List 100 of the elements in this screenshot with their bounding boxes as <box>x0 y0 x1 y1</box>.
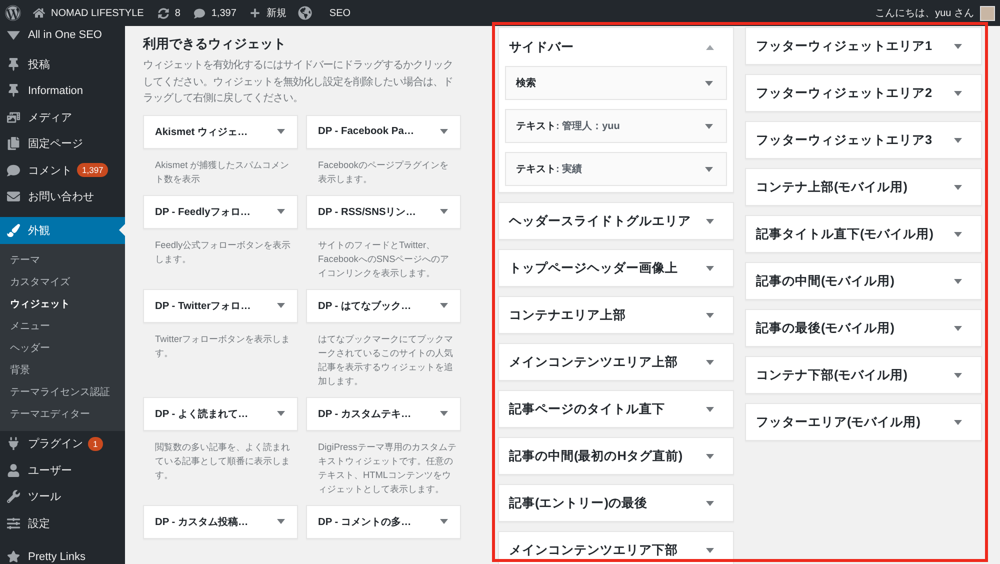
widget-area-panel[interactable]: 記事の最後(モバイル用) <box>745 309 982 347</box>
caret-down-icon[interactable] <box>705 80 713 86</box>
widget-area-panel[interactable]: フッターウィジェットエリア2 <box>745 74 982 112</box>
menu-item[interactable]: お問い合わせ <box>0 184 125 210</box>
caret-down-icon[interactable] <box>706 266 714 270</box>
caret-down-icon[interactable] <box>954 44 962 48</box>
caret-down-icon[interactable] <box>706 218 714 224</box>
caret-down-icon[interactable] <box>954 278 962 284</box>
menu-item[interactable]: Pretty Links <box>0 544 125 564</box>
menu-item[interactable]: 固定ページ <box>0 130 125 157</box>
widget-card[interactable]: テキスト: 実績 <box>505 152 727 186</box>
menu-item[interactable]: 投稿 <box>0 51 125 78</box>
widget-description: Feedly公式フォローボタンを表示します。 <box>154 238 292 266</box>
caret-down-icon[interactable] <box>706 406 714 412</box>
seo-menu-link[interactable]: SEO <box>317 0 363 26</box>
widget-card[interactable]: Akismet ウィジェ… <box>143 114 298 148</box>
widget-card[interactable]: DP - よく読まれて… <box>143 396 298 430</box>
caret-down-icon[interactable] <box>954 138 962 142</box>
submenu-item[interactable]: ウィジェット <box>10 294 70 316</box>
submenu-item[interactable]: 背景 <box>10 360 30 382</box>
pages-icon <box>7 137 20 150</box>
caret-down-icon[interactable] <box>705 166 713 172</box>
menu-item[interactable]: Information <box>0 78 125 104</box>
widget-card[interactable]: DP - カスタム投稿… <box>143 504 298 538</box>
widget-area-panel[interactable]: コンテナ上部(モバイル用) <box>745 168 982 206</box>
widget-description: Twitterフォローボタンを表示します。 <box>154 332 292 360</box>
caret-down-icon[interactable] <box>440 209 448 214</box>
caret-down-icon[interactable] <box>440 129 448 134</box>
submenu-item[interactable]: ヘッダー <box>10 338 50 360</box>
widget-title: DP - Twitterフォロ… <box>155 300 251 312</box>
widget-card[interactable]: 検索 <box>505 66 727 100</box>
widget-description: はてなブックマークにてブックマークされているこのサイトの人気記事を表示するウィジェットを追加します。 <box>317 332 454 388</box>
widget-area-panel[interactable]: コンテナエリア上部 <box>498 296 734 334</box>
submenu-item[interactable]: テーマライセンス認証 <box>10 382 110 404</box>
submenu-item[interactable]: カスタマイズ <box>10 272 70 294</box>
widget-area-panel[interactable]: フッターエリア(モバイル用) <box>745 403 982 441</box>
caret-down-icon[interactable] <box>954 326 962 330</box>
caret-down-icon[interactable] <box>954 232 962 236</box>
caret-down-icon[interactable] <box>954 372 962 378</box>
widget-area-panel[interactable]: メインコンテンツエリア下部 <box>498 531 734 564</box>
menu-item[interactable]: ツール <box>0 484 125 510</box>
site-name-link[interactable]: NOMAD LIFESTYLE <box>26 0 151 26</box>
submenu-item[interactable]: テーマエディター <box>10 404 90 426</box>
widget-area-panel[interactable]: ヘッダースライドトグルエリア <box>498 202 734 240</box>
caret-down-icon[interactable] <box>706 454 714 458</box>
account-link[interactable]: こんにちは、yuu さん <box>870 0 1000 26</box>
menu-item[interactable]: メディア <box>0 104 125 130</box>
widget-card[interactable]: DP - はてなブック… <box>306 288 461 322</box>
menu-item[interactable]: 設定 <box>0 510 125 536</box>
menu-item[interactable]: 外観 <box>0 217 125 244</box>
widget-area-panel[interactable]: 記事タイトル直下(モバイル用) <box>745 215 982 253</box>
caret-down-icon[interactable] <box>954 184 962 190</box>
caret-down-icon[interactable] <box>706 360 714 364</box>
caret-down-icon[interactable] <box>440 519 448 524</box>
widget-area-title: フッターエリア(モバイル用) <box>756 414 920 430</box>
widget-area-panel[interactable]: メインコンテンツエリア上部 <box>498 343 734 381</box>
widget-area-panel[interactable]: 記事(エントリー)の最後 <box>498 484 734 522</box>
widget-area-panel[interactable]: 記事の中間(モバイル用) <box>745 262 982 300</box>
caret-up-icon[interactable] <box>706 44 714 50</box>
widget-card[interactable]: テキスト: 管理人：yuu <box>505 109 727 143</box>
widget-card[interactable]: DP - コメントの多… <box>306 504 461 538</box>
caret-down-icon[interactable] <box>277 519 285 524</box>
globe-icon[interactable] <box>298 6 312 20</box>
new-content-link[interactable]: 新規 <box>243 0 294 26</box>
pushpin-icon <box>7 84 20 98</box>
paintbrush-icon <box>7 224 20 237</box>
menu-item[interactable]: All in One SEO <box>0 26 125 44</box>
widget-card[interactable]: DP - カスタムテキ… <box>306 396 461 430</box>
menu-item[interactable]: ユーザー <box>0 457 125 484</box>
caret-down-icon[interactable] <box>277 411 285 416</box>
widget-card[interactable]: DP - Feedlyフォロ… <box>143 194 298 228</box>
caret-down-icon[interactable] <box>277 303 285 308</box>
caret-down-icon[interactable] <box>706 548 714 552</box>
widget-area-panel[interactable]: フッターウィジェットエリア3 <box>745 121 982 159</box>
widget-area-panel[interactable]: コンテナ下部(モバイル用) <box>745 356 982 394</box>
menu-item[interactable]: コメント 1,397 <box>0 157 125 184</box>
caret-down-icon[interactable] <box>277 129 285 134</box>
caret-down-icon[interactable] <box>277 209 285 214</box>
updates-link[interactable]: 8 <box>150 0 188 26</box>
submenu-item[interactable]: メニュー <box>10 316 50 338</box>
submenu-item[interactable]: テーマ <box>10 250 40 272</box>
widget-area-panel[interactable]: 記事の中間(最初のHタグ直前) <box>498 437 734 475</box>
logo-icon[interactable] <box>5 5 21 21</box>
widget-area-panel[interactable]: 記事ページのタイトル直下 <box>498 390 734 428</box>
menu-item[interactable]: プラグイン 1 <box>0 430 125 457</box>
widget-area-panel[interactable]: トップページヘッダー画像上 <box>498 249 734 287</box>
caret-down-icon[interactable] <box>706 312 714 318</box>
caret-down-icon[interactable] <box>954 90 962 96</box>
comments-link[interactable]: 1,397 <box>187 0 244 26</box>
widget-card[interactable]: DP - Facebook Pa… <box>306 114 461 148</box>
plug-icon <box>7 437 20 450</box>
caret-down-icon[interactable] <box>440 411 448 416</box>
caret-down-icon[interactable] <box>440 303 448 308</box>
widget-card[interactable]: DP - Twitterフォロ… <box>143 288 298 322</box>
widget-card[interactable]: DP - RSS/SNSリン… <box>306 194 461 228</box>
caret-down-icon[interactable] <box>954 420 962 424</box>
caret-down-icon[interactable] <box>706 500 714 506</box>
caret-down-icon[interactable] <box>705 124 713 128</box>
widget-area-panel[interactable]: フッターウィジェットエリア1 <box>745 27 982 65</box>
widget-area-panel[interactable]: サイドバー 検索 テキスト: 管理人：yuu テキスト: 実績 <box>498 27 734 193</box>
